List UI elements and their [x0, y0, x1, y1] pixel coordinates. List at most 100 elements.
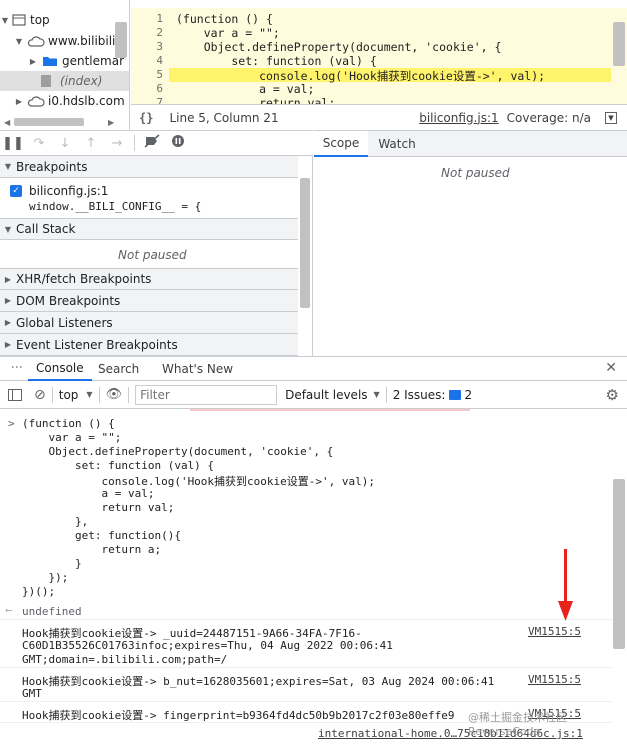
- code-line: a = val;: [176, 82, 315, 96]
- tab-search[interactable]: Search: [92, 357, 145, 381]
- section-xhr-breakpoints[interactable]: ▶ XHR/fetch Breakpoints: [0, 268, 298, 290]
- line-number[interactable]: 2: [156, 26, 163, 39]
- red-arrow-annotation: [558, 549, 573, 621]
- step-icon[interactable]: →: [104, 136, 130, 151]
- console-output[interactable]: > (function () { var a = ""; Object.defi…: [0, 409, 627, 746]
- filter-input[interactable]: [135, 384, 278, 405]
- code-line: return val;: [176, 96, 336, 104]
- chevron-right-icon[interactable]: ▶: [0, 296, 16, 305]
- chevron-down-icon[interactable]: ▼: [0, 162, 16, 171]
- section-title: Call Stack: [16, 222, 76, 236]
- tree-item-gentleman[interactable]: ▶ gentlemar: [0, 51, 129, 71]
- console-scrollbar[interactable]: [613, 479, 625, 649]
- section-global-listeners[interactable]: ▶ Global Listeners: [0, 312, 298, 334]
- file-navigator: ▼ top ▼ www.bilibili. ▶ gentlemar (index…: [0, 0, 130, 130]
- chevron-right-icon[interactable]: ▶: [28, 57, 38, 66]
- source-file-link[interactable]: biliconfig.js:1: [419, 111, 498, 125]
- frame-icon: [12, 14, 26, 26]
- chevron-right-icon[interactable]: ▶: [14, 97, 24, 106]
- section-breakpoints[interactable]: ▼ Breakpoints: [0, 156, 298, 178]
- tree-item-bilibili[interactable]: ▼ www.bilibili.: [0, 31, 129, 51]
- clear-console-icon[interactable]: ⊘: [34, 387, 46, 403]
- tree-item-label: top: [30, 13, 50, 27]
- console-log-line: GMT: [22, 687, 42, 700]
- tree-item-index[interactable]: (index): [0, 71, 129, 91]
- message-divider: [0, 667, 612, 668]
- line-number[interactable]: 6: [156, 82, 163, 95]
- pretty-print-icon[interactable]: {}: [139, 111, 153, 125]
- pause-on-exceptions-icon[interactable]: [165, 134, 191, 152]
- line-number[interactable]: 4: [156, 54, 163, 67]
- console-input-line: });: [22, 571, 69, 584]
- breakpoint-code: window.__BILI_CONFIG__ = {: [29, 200, 202, 213]
- line-number[interactable]: 7: [156, 96, 163, 104]
- close-icon[interactable]: ✕: [605, 360, 617, 376]
- deactivate-breakpoints-icon[interactable]: [139, 134, 165, 152]
- line-number[interactable]: 1: [156, 12, 163, 25]
- line-number[interactable]: 5: [156, 68, 163, 81]
- console-input-line: },: [22, 515, 89, 528]
- console-input-line: })();: [22, 585, 56, 598]
- section-title: DOM Breakpoints: [16, 293, 121, 308]
- message-source-link[interactable]: VM1515:5: [528, 673, 581, 686]
- tab-watch[interactable]: Watch: [374, 131, 420, 157]
- editor-scrollbar[interactable]: [613, 22, 625, 66]
- chevron-right-icon[interactable]: ▶: [0, 318, 16, 327]
- pause-icon[interactable]: ❚❚: [0, 136, 26, 151]
- tab-scope[interactable]: Scope: [314, 131, 368, 157]
- toolbar-divider: [134, 135, 135, 151]
- console-input-line: (function () {: [22, 417, 115, 430]
- section-event-listener-breakpoints[interactable]: ▶ Event Listener Breakpoints: [0, 334, 298, 356]
- gear-icon[interactable]: ⚙: [606, 386, 619, 404]
- chevron-down-icon[interactable]: ▼: [14, 37, 24, 46]
- tab-label: What's New: [162, 362, 234, 376]
- debugger-sidebar: ▼ Breakpoints ✓ biliconfig.js:1 window._…: [0, 156, 313, 356]
- more-tabs-icon[interactable]: ⋮: [10, 361, 24, 372]
- chevron-down-icon[interactable]: ▼: [0, 16, 10, 25]
- sidebar-scrollbar[interactable]: [300, 178, 310, 308]
- navigator-scrollbar[interactable]: [115, 22, 127, 58]
- navigator-hscrollbar[interactable]: [14, 118, 84, 126]
- issues-button[interactable]: 2 Issues: 2: [393, 388, 472, 402]
- scope-status: Not paused: [441, 166, 510, 180]
- breakpoint-file: biliconfig.js:1: [29, 184, 109, 198]
- step-out-icon[interactable]: ↑: [78, 136, 104, 151]
- context-selector[interactable]: top ▼: [59, 388, 93, 402]
- checkbox-checked-icon[interactable]: ✓: [10, 185, 22, 197]
- tab-whats-new[interactable]: What's New: [156, 357, 239, 381]
- cloud-icon: [27, 96, 45, 107]
- scroll-left-icon[interactable]: ◀: [4, 118, 10, 127]
- result-arrow-icon: ⟵: [6, 605, 13, 616]
- scope-watch-panel: Scope Watch Not paused: [314, 130, 627, 356]
- line-number[interactable]: 3: [156, 40, 163, 53]
- toggle-drawer-icon[interactable]: ▼: [605, 111, 617, 124]
- scroll-right-icon[interactable]: ▶: [108, 118, 114, 127]
- breakpoint-item[interactable]: ✓ biliconfig.js:1: [10, 184, 108, 198]
- cursor-position: Line 5, Column 21: [169, 110, 279, 125]
- sidebar-toggle-icon[interactable]: [8, 388, 22, 401]
- tree-item-hdslb[interactable]: ▶ i0.hdslb.com: [0, 91, 129, 111]
- code-editor[interactable]: 1 2 3 4 5 6 7 (function () { var a = "";…: [131, 8, 627, 104]
- message-source-link[interactable]: VM1515:5: [528, 625, 581, 638]
- toolbar-divider: [385, 386, 387, 403]
- section-dom-breakpoints[interactable]: ▶ DOM Breakpoints: [0, 290, 298, 312]
- tab-label: Watch: [378, 137, 416, 151]
- step-into-icon[interactable]: ↓: [52, 136, 78, 151]
- tab-console[interactable]: Console: [28, 357, 92, 381]
- step-over-icon[interactable]: ↷: [26, 136, 52, 151]
- console-log-line: GMT;domain=.bilibili.com;path=/: [22, 653, 228, 666]
- section-title: XHR/fetch Breakpoints: [16, 272, 152, 286]
- tree-item-top[interactable]: ▼ top: [0, 10, 129, 30]
- tree-item-label: i0.hdslb.com: [48, 94, 125, 108]
- eye-icon[interactable]: 👁: [106, 387, 123, 402]
- dropdown-arrow-icon: ▼: [86, 390, 93, 399]
- console-input-line: }: [22, 557, 82, 570]
- section-call-stack[interactable]: ▼ Call Stack: [0, 218, 298, 240]
- chevron-down-icon[interactable]: ▼: [0, 225, 16, 234]
- levels-label: Default levels: [285, 387, 368, 402]
- log-levels-dropdown[interactable]: Default levels ▼: [285, 388, 380, 402]
- chevron-right-icon[interactable]: ▶: [0, 340, 16, 349]
- chevron-right-icon[interactable]: ▶: [0, 275, 16, 284]
- console-input-line: return val;: [22, 501, 175, 514]
- console-input-line: Object.defineProperty(document, 'cookie'…: [22, 445, 334, 458]
